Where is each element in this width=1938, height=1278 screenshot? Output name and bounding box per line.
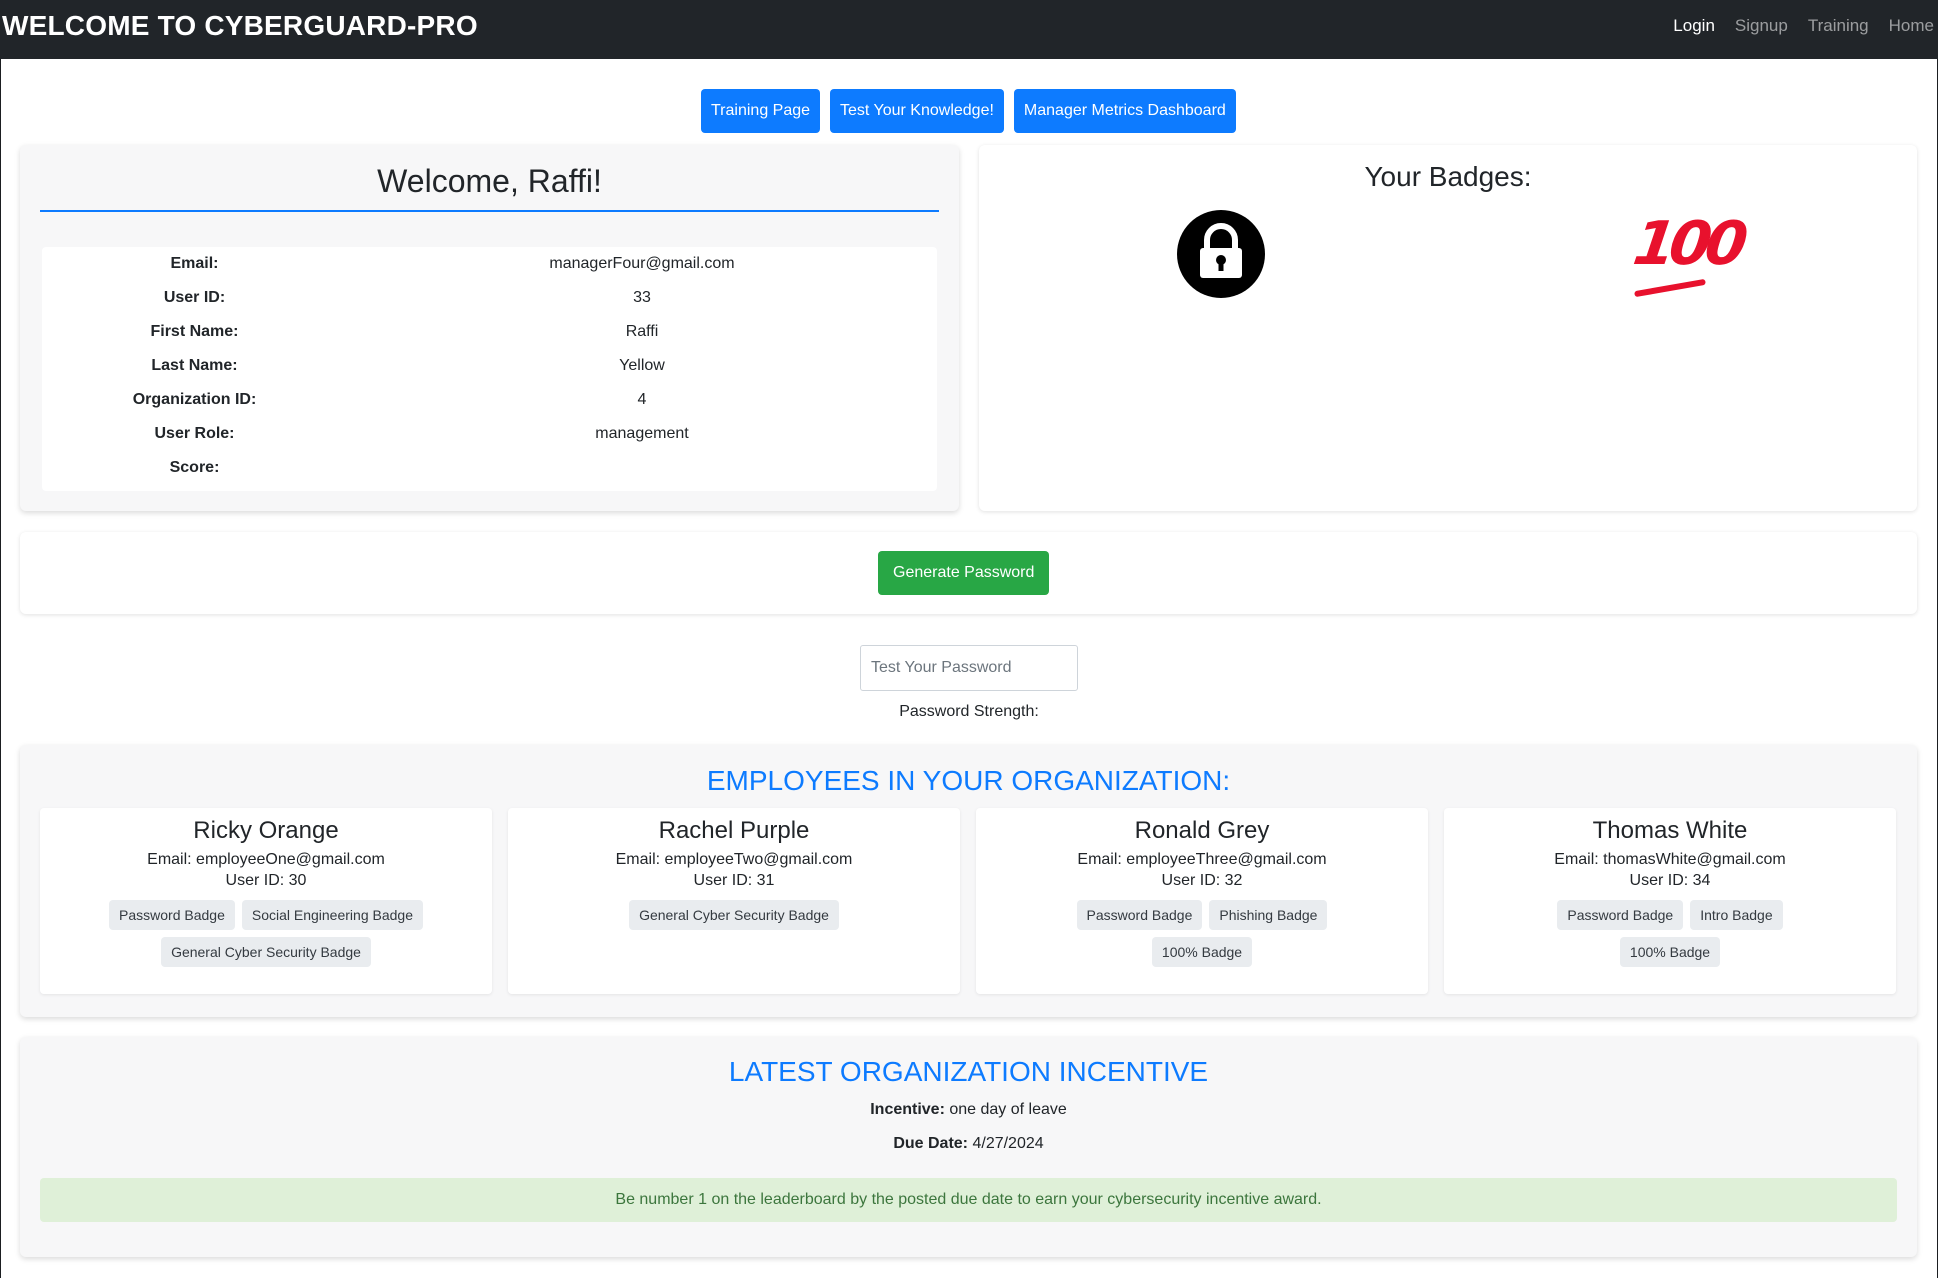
field-label: User ID:	[163, 289, 226, 306]
employee-card: Ricky Orange Email: employeeOne@gmail.co…	[40, 808, 492, 994]
field-value: 33	[633, 289, 651, 306]
field-value: 4	[637, 391, 647, 408]
employee-badges: General Cyber Security Badge	[508, 900, 960, 930]
employee-user-id: User ID: 30	[225, 872, 307, 889]
field-label: Last Name:	[151, 357, 238, 374]
generate-password-button[interactable]: Generate Password	[878, 551, 1050, 595]
employee-name: Thomas White	[1592, 817, 1748, 844]
nav-links: Login Signup Training Home	[1673, 16, 1938, 36]
field-value: managerFour@gmail.com	[549, 255, 735, 272]
field-label: User Role:	[154, 425, 235, 442]
badge-tag: Password Badge	[1557, 900, 1684, 930]
profile-row-last-name: Last Name: Yellow	[42, 349, 937, 383]
incentive-section: LATEST ORGANIZATION INCENTIVE Incentive:…	[20, 1037, 1917, 1257]
welcome-heading: Welcome, Raffi!	[40, 163, 939, 212]
badge-tag: 100% Badge	[1151, 937, 1253, 967]
employee-badges: Password Badge Phishing Badge 100% Badge	[976, 900, 1428, 967]
due-date-value: 4/27/2024	[972, 1135, 1044, 1152]
profile-card: Welcome, Raffi! Email: managerFour@gmail…	[20, 145, 959, 511]
badge-tag: Intro Badge	[1690, 900, 1783, 930]
test-password-input[interactable]	[860, 645, 1078, 691]
profile-row-score: Score:	[42, 451, 937, 485]
profile-info-table: Email: managerFour@gmail.com User ID: 33…	[42, 247, 937, 491]
badge-tag: Password Badge	[109, 900, 235, 930]
badge-tag: 100% Badge	[1619, 937, 1721, 967]
badge-tag: Social Engineering Badge	[241, 900, 423, 930]
password-strength-label: Password Strength:	[899, 703, 1039, 720]
profile-row-user-id: User ID: 33	[42, 281, 937, 315]
employee-email: Email: employeeTwo@gmail.com	[615, 851, 853, 868]
employee-name: Ricky Orange	[193, 817, 339, 844]
due-date-label: Due Date:	[893, 1135, 969, 1152]
field-label: Email:	[170, 255, 219, 272]
nav-link-login[interactable]: Login	[1673, 16, 1715, 36]
employee-card: Rachel Purple Email: employeeTwo@gmail.c…	[508, 808, 960, 994]
badge-tag: Password Badge	[1076, 900, 1203, 930]
badge-tag: General Cyber Security Badge	[629, 900, 839, 930]
hundred-points-underline	[1634, 278, 1706, 298]
manager-dashboard-button[interactable]: Manager Metrics Dashboard	[1013, 89, 1236, 133]
generate-password-card: Generate Password	[20, 532, 1917, 614]
employee-user-id: User ID: 32	[1161, 872, 1243, 889]
navbar: WELCOME TO CYBERGUARD-PRO Login Signup T…	[0, 0, 1938, 59]
incentive-alert: Be number 1 on the leaderboard by the po…	[40, 1178, 1897, 1222]
field-label: First Name:	[150, 323, 239, 340]
field-value: Yellow	[619, 357, 665, 374]
employee-user-id: User ID: 34	[1629, 872, 1711, 889]
profile-row-email: Email: managerFour@gmail.com	[42, 247, 937, 281]
badges-heading: Your Badges:	[1364, 161, 1532, 192]
field-label: Organization ID:	[132, 391, 257, 408]
action-buttons: Training Page Test Your Knowledge! Manag…	[701, 89, 1236, 133]
profile-row-first-name: First Name: Raffi	[42, 315, 937, 349]
hundred-points-icon: 100	[1629, 209, 1747, 279]
nav-link-training[interactable]: Training	[1808, 16, 1869, 36]
field-label: Score:	[169, 459, 220, 476]
employees-section: EMPLOYEES IN YOUR ORGANIZATION: Ricky Or…	[20, 745, 1917, 1017]
incentive-label: Incentive:	[870, 1101, 945, 1118]
employee-card: Thomas White Email: thomasWhite@gmail.co…	[1444, 808, 1896, 994]
badge-tag: Phishing Badge	[1209, 900, 1328, 930]
employee-name: Rachel Purple	[658, 817, 810, 844]
training-page-button[interactable]: Training Page	[701, 89, 821, 133]
field-value: Raffi	[625, 323, 659, 340]
employee-badges: Password Badge Social Engineering Badge …	[40, 900, 492, 967]
employee-name: Ronald Grey	[1134, 817, 1270, 844]
brand-title: WELCOME TO CYBERGUARD-PRO	[2, 9, 478, 41]
lock-icon	[1177, 210, 1265, 298]
field-value: management	[595, 425, 689, 442]
nav-link-signup[interactable]: Signup	[1735, 16, 1788, 36]
incentive-value: one day of leave	[949, 1101, 1067, 1118]
employee-email: Email: thomasWhite@gmail.com	[1554, 851, 1786, 868]
badge-tag: General Cyber Security Badge	[161, 937, 371, 967]
employee-email: Email: employeeOne@gmail.com	[147, 851, 385, 868]
employees-heading: EMPLOYEES IN YOUR ORGANIZATION:	[706, 765, 1231, 796]
employee-email: Email: employeeThree@gmail.com	[1077, 851, 1327, 868]
profile-row-user-role: User Role: management	[42, 417, 937, 451]
incentive-heading: LATEST ORGANIZATION INCENTIVE	[728, 1056, 1209, 1087]
nav-link-home[interactable]: Home	[1889, 16, 1934, 36]
employee-badges: Password Badge Intro Badge 100% Badge	[1444, 900, 1896, 967]
employee-user-id: User ID: 31	[693, 872, 775, 889]
test-knowledge-button[interactable]: Test Your Knowledge!	[830, 89, 1004, 133]
employee-card: Ronald Grey Email: employeeThree@gmail.c…	[976, 808, 1428, 994]
profile-row-organization-id: Organization ID: 4	[42, 383, 937, 417]
due-date-line: Due Date: 4/27/2024	[20, 1135, 1917, 1153]
incentive-line: Incentive: one day of leave	[20, 1101, 1917, 1119]
badges-card: Your Badges: 100	[979, 145, 1917, 511]
